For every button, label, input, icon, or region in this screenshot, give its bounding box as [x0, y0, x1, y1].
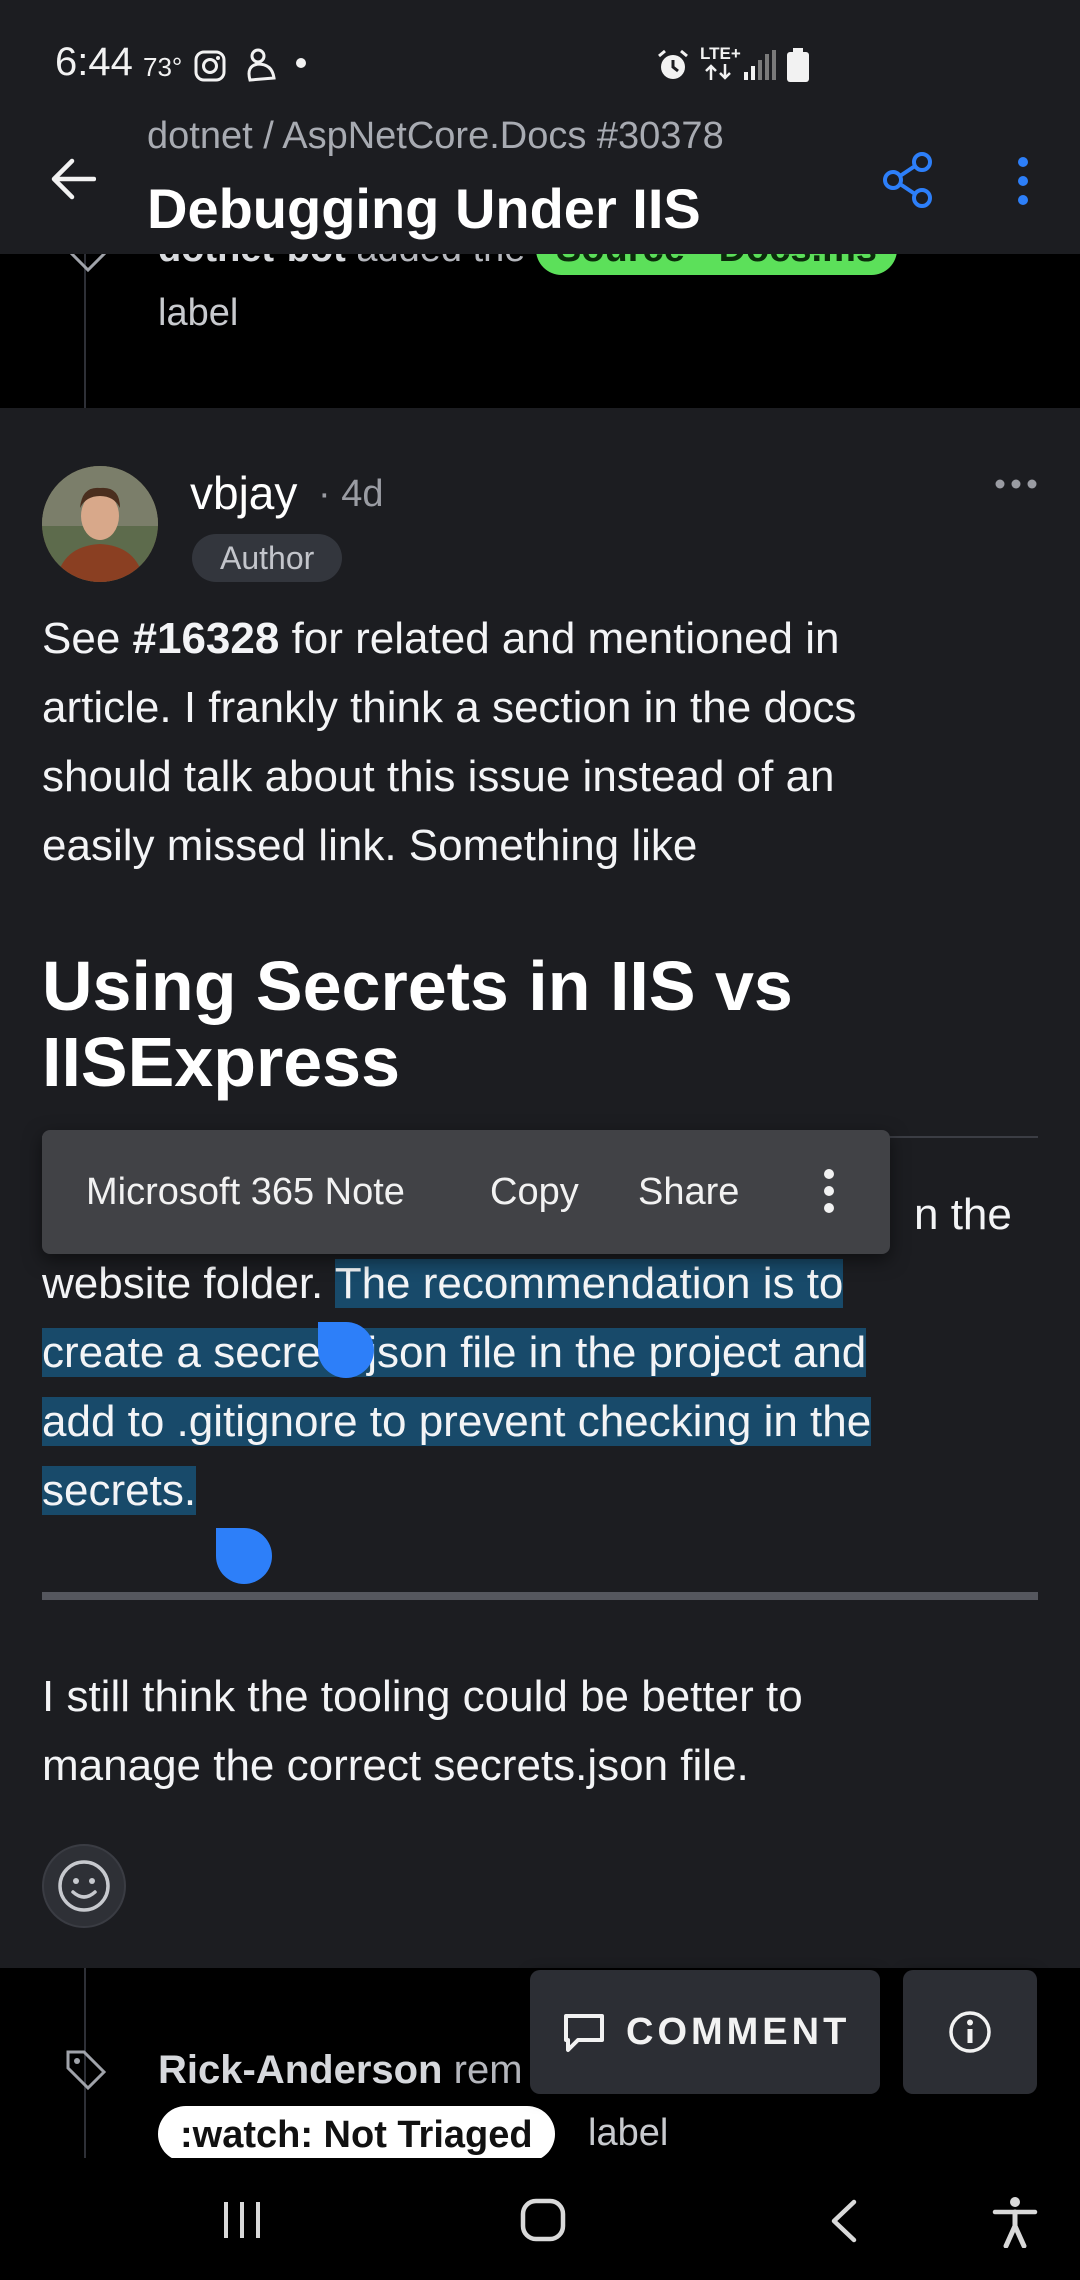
accessibility-icon[interactable]: [992, 2196, 1038, 2248]
event-username[interactable]: Rick-Anderson: [158, 2048, 443, 2092]
event-trailing-text: label: [588, 2112, 669, 2154]
comment-username[interactable]: vbjay: [190, 466, 297, 520]
comment-more-icon[interactable]: [994, 478, 1038, 490]
comment-line: manage the correct secrets.json file.: [42, 1741, 749, 1790]
home-icon[interactable]: [520, 2198, 566, 2242]
comment-line: See #16328 for related and mentioned in: [42, 614, 840, 663]
recent-apps-icon[interactable]: [220, 2200, 264, 2240]
comment-line: article. I frankly think a section in th…: [42, 683, 857, 732]
timeline-line: [84, 254, 86, 408]
event-action: rem: [453, 2048, 523, 2092]
bot-username[interactable]: dotnet-bot: [158, 254, 346, 270]
avatar[interactable]: [42, 466, 158, 582]
issue-link[interactable]: #16328: [133, 614, 280, 663]
back-button[interactable]: [50, 158, 96, 200]
comment-line: easily missed link. Something like: [42, 821, 698, 870]
status-dot: [296, 58, 306, 68]
selected-text: add to .gitignore to prevent checking in…: [42, 1397, 872, 1446]
menu-item-copy[interactable]: Copy: [490, 1130, 579, 1254]
system-nav-bar: [0, 2158, 1080, 2280]
selected-text: The recommendation is to: [334, 1259, 844, 1308]
comment-line: should talk about this issue instead of …: [42, 752, 835, 801]
comment-icon: [562, 2012, 606, 2054]
timeline-event-text: Rick-Anderson rem: [158, 2048, 523, 2093]
horizontal-rule: [42, 1592, 1038, 1600]
smiley-icon: [58, 1860, 110, 1912]
selected-text: create a secrets.json file in the projec…: [42, 1328, 867, 1377]
info-icon: [947, 2009, 993, 2055]
more-vert-icon[interactable]: [822, 1168, 836, 1214]
signal-icon: [744, 50, 776, 80]
more-vert-icon[interactable]: [1012, 156, 1034, 206]
menu-item-share[interactable]: Share: [638, 1130, 739, 1254]
event-trailing-text: label: [158, 292, 239, 334]
comment-line: n the: [914, 1190, 1012, 1239]
timeline-event-label-added: dotnet-bot added the Source - Docs.ms la…: [0, 254, 1080, 408]
status-bar: 6:44 73° LTE+: [0, 0, 1080, 120]
share-icon[interactable]: [882, 152, 934, 208]
comment-age: · 4d: [318, 473, 384, 515]
label-chip-not-triaged[interactable]: :watch: Not Triaged: [158, 2106, 555, 2162]
repo-path[interactable]: dotnet / AspNetCore.Docs #30378: [147, 115, 724, 158]
author-badge: Author: [192, 534, 343, 582]
notification-app-icon: [244, 48, 278, 84]
add-reaction-button[interactable]: [42, 1844, 126, 1928]
comment-heading: IISExpress: [42, 1023, 400, 1101]
selection-end-handle[interactable]: [216, 1528, 272, 1584]
label-tag-icon: [64, 2048, 108, 2092]
network-type: LTE+: [700, 44, 741, 63]
comment-line: website folder. The recommendation is to: [42, 1259, 844, 1308]
comment-button-label: COMMENT: [626, 2011, 851, 2053]
comment-button[interactable]: COMMENT: [530, 1970, 880, 2094]
status-temperature: 73°: [143, 52, 183, 82]
battery-icon: [786, 48, 810, 82]
alarm-icon: [656, 48, 690, 82]
text-selection-menu: Microsoft 365 Note Copy Share: [42, 1130, 890, 1254]
info-button[interactable]: [903, 1970, 1037, 2094]
comment-line: add to .gitignore to prevent checking in…: [42, 1387, 872, 1456]
page-title: Debugging Under IIS: [147, 177, 701, 240]
comment-line: secrets.: [42, 1456, 197, 1525]
menu-item-m365-note[interactable]: Microsoft 365 Note: [86, 1130, 405, 1254]
data-arrows-icon: [703, 64, 733, 80]
comment-line: create a secrets.json file in the projec…: [42, 1318, 867, 1387]
selection-start-handle[interactable]: [318, 1322, 374, 1378]
comment-heading: Using Secrets in IIS vs: [42, 947, 793, 1025]
status-time: 6:44: [55, 40, 133, 84]
back-nav-icon[interactable]: [828, 2198, 860, 2244]
instagram-icon: [194, 50, 226, 82]
label-chip-source[interactable]: Source - Docs.ms: [536, 254, 897, 275]
event-action: added the: [356, 254, 525, 270]
selected-text: secrets.: [42, 1466, 197, 1515]
label-tag-icon: [64, 254, 108, 274]
comment-line: I still think the tooling could be bette…: [42, 1672, 803, 1721]
timeline-event-text: dotnet-bot added the Source - Docs.ms: [158, 254, 897, 275]
